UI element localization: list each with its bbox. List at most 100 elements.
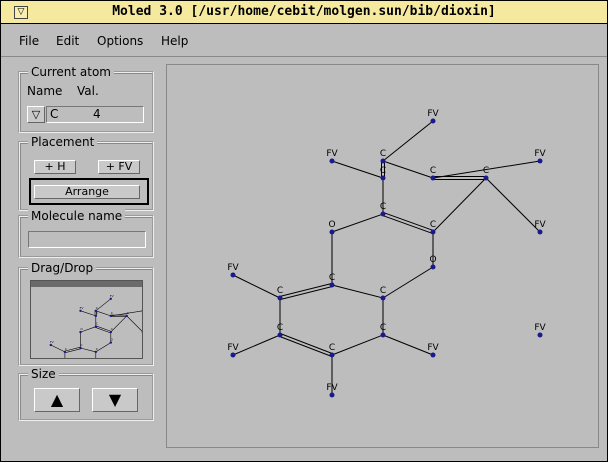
atom-node[interactable] (63, 350, 67, 354)
atom-label: O (80, 327, 83, 331)
atom-node[interactable] (79, 346, 82, 350)
add-h-button[interactable]: + H (34, 160, 76, 174)
atom-node[interactable] (277, 332, 283, 338)
atom-label: C (380, 202, 386, 212)
single-bond (232, 274, 281, 299)
element-dropdown-button[interactable]: ▽ (27, 106, 45, 123)
single-bond (432, 177, 487, 233)
add-fv-button[interactable]: + FV (98, 160, 140, 174)
atom-node[interactable] (380, 295, 386, 301)
atom-node[interactable] (79, 330, 82, 334)
single-bond (95, 310, 111, 317)
double-bond (382, 214, 433, 234)
molecule-canvas[interactable]: FV FV C FV C C C C FV O C O FV C C C C FV C C FV FV FV (166, 64, 599, 448)
atom-label: FV (50, 340, 55, 344)
atom-label: C (127, 311, 129, 315)
atom-node[interactable] (483, 175, 489, 181)
atom-label: C (430, 220, 436, 230)
atom-label: O (429, 255, 436, 265)
atom-node[interactable] (49, 343, 52, 347)
atom-node[interactable] (329, 282, 335, 288)
atom-node[interactable] (380, 175, 386, 181)
single-bond (95, 342, 111, 353)
single-bond (50, 344, 66, 353)
atom-node[interactable] (430, 229, 436, 235)
atom-node[interactable] (430, 264, 436, 270)
single-bond (110, 315, 127, 333)
atom-label: FV (110, 294, 115, 298)
menu-bar: File Edit Options Help (1, 24, 607, 57)
size-group: Size ▲ ▼ (18, 367, 154, 421)
valence-label: Val. (77, 84, 99, 98)
molecule-drawing: FVFV C FVC C CCFVO COFVCCCC FVCCFVFVFV (227, 109, 547, 398)
double-bond (279, 283, 332, 298)
application-window: ▽ Moled 3.0 [/usr/home/cebit/molgen.sun/… (0, 0, 608, 462)
arrange-default-frame: Arrange (29, 178, 149, 205)
title-bar[interactable]: ▽ Moled 3.0 [/usr/home/cebit/molgen.sun/… (1, 1, 607, 24)
menu-file[interactable]: File (19, 34, 39, 48)
atom-node[interactable] (537, 158, 543, 164)
current-atom-group: Current atom Name Val. ▽ C 4 (18, 65, 154, 133)
atom-label: C (277, 323, 283, 333)
atom-node[interactable] (94, 325, 97, 328)
atom-node[interactable] (109, 341, 113, 344)
placement-legend: Placement (28, 135, 98, 149)
atom-node[interactable] (430, 118, 436, 124)
molecule-name-group: Molecule name (18, 209, 154, 258)
atom-label: C (380, 166, 386, 176)
atom-label: C (96, 322, 98, 326)
molecule-thumbnail[interactable]: FVFVCFVCCCCFVOCOFVCCCCFVCCFVFVFV (30, 280, 143, 359)
single-bond (382, 160, 434, 179)
size-up-button[interactable]: ▲ (34, 388, 80, 412)
element-input[interactable]: C 4 (46, 106, 144, 123)
atom-node[interactable] (79, 309, 82, 312)
size-down-button[interactable]: ▼ (92, 388, 138, 412)
atom-node[interactable] (230, 272, 236, 278)
atom-label: C (111, 311, 113, 315)
single-bond (331, 334, 384, 356)
atom-node[interactable] (380, 211, 386, 217)
atom-label: O (328, 220, 335, 230)
atom-label: FV (427, 343, 439, 353)
single-bond (80, 347, 96, 353)
atom-node[interactable] (380, 332, 386, 338)
atom-node[interactable] (430, 175, 436, 181)
name-label: Name (27, 84, 63, 98)
single-bond (80, 310, 96, 317)
atom-node[interactable] (537, 332, 543, 338)
atom-label: C (277, 286, 283, 296)
atom-label: FV (227, 263, 239, 273)
single-bond (80, 326, 96, 333)
arrange-button[interactable]: Arrange (34, 185, 140, 199)
atom-node[interactable] (109, 314, 113, 318)
single-bond (95, 298, 111, 312)
atom-node[interactable] (329, 352, 335, 358)
atom-node[interactable] (109, 297, 113, 300)
menu-help[interactable]: Help (161, 34, 188, 48)
single-bond (382, 334, 434, 356)
atom-node[interactable] (329, 229, 335, 235)
atom-label: C (380, 149, 386, 159)
atom-node[interactable] (430, 352, 436, 358)
atom-label: C (96, 311, 98, 315)
single-bond (382, 120, 434, 162)
atom-node[interactable] (277, 295, 283, 301)
atom-node[interactable] (94, 350, 97, 354)
atom-node[interactable] (380, 158, 386, 164)
atom-label: C (80, 343, 82, 347)
atom-node[interactable] (125, 314, 128, 318)
atom-label: FV (326, 383, 338, 393)
double-bond (279, 335, 332, 357)
atom-label: C (96, 347, 98, 351)
atom-node[interactable] (94, 314, 97, 318)
molecule-name-input[interactable] (28, 231, 146, 248)
atom-node[interactable] (329, 158, 335, 164)
atom-node[interactable] (537, 229, 543, 235)
atom-node[interactable] (109, 330, 113, 334)
atom-node[interactable] (329, 392, 335, 398)
current-atom-legend: Current atom (28, 65, 114, 79)
menu-edit[interactable]: Edit (56, 34, 79, 48)
atom-label: C (380, 286, 386, 296)
menu-options[interactable]: Options (97, 34, 143, 48)
atom-node[interactable] (230, 352, 236, 358)
